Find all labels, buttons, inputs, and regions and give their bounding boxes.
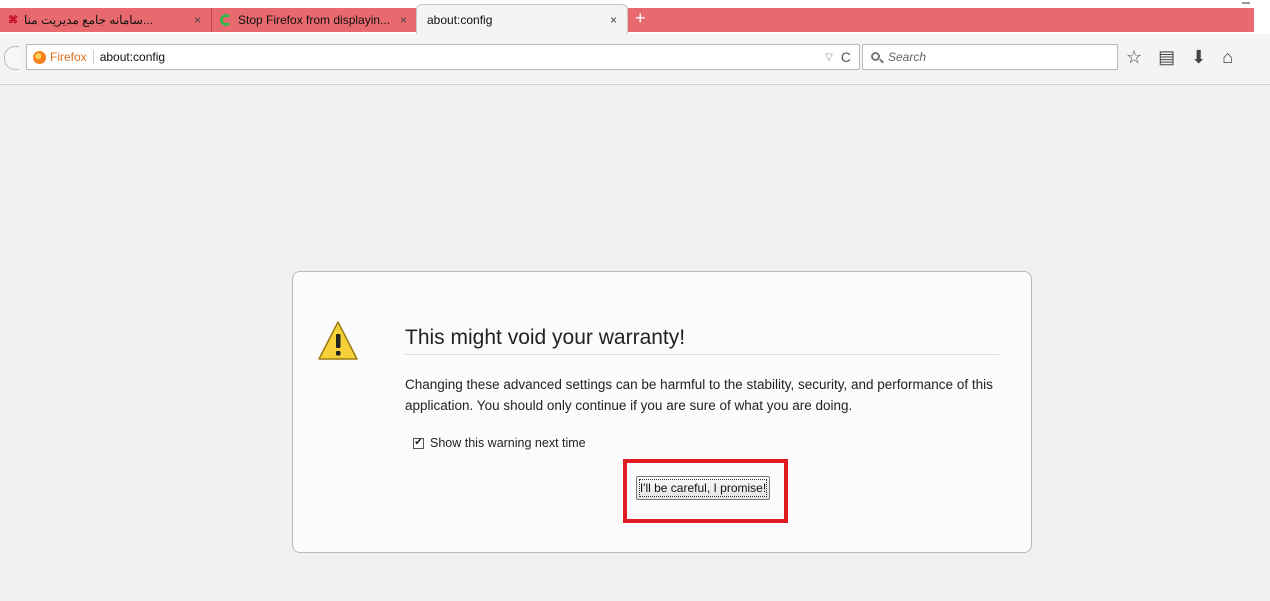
identity-label[interactable]: Firefox bbox=[50, 50, 94, 64]
tab-close-icon[interactable]: × bbox=[610, 13, 617, 27]
tab-label: Stop Firefox from displayin... bbox=[238, 13, 391, 27]
ill-be-careful-button[interactable]: I'll be careful, I promise! bbox=[636, 476, 770, 500]
tab-strip: ⌘ ...سامانه جامع مدیریت منا × Stop Firef… bbox=[0, 0, 1270, 34]
tab-about-config[interactable]: about:config × bbox=[416, 4, 628, 34]
home-icon[interactable]: ⌂ bbox=[1222, 44, 1233, 70]
warranty-warning-dialog: This might void your warranty! Changing … bbox=[292, 271, 1032, 553]
tab-label: ...سامانه جامع مدیریت منا bbox=[24, 13, 153, 27]
dialog-body-text: Changing these advanced settings can be … bbox=[405, 377, 993, 413]
reading-list-icon[interactable]: ▤ bbox=[1158, 44, 1175, 70]
new-tab-button[interactable]: + bbox=[635, 8, 646, 28]
tab-close-icon[interactable]: × bbox=[194, 13, 201, 27]
show-warning-checkbox-row[interactable]: ✔ Show this warning next time bbox=[413, 436, 586, 450]
toolbar-icons: ☆ ▤ ⬇ ⌂ bbox=[1126, 44, 1249, 70]
url-text[interactable]: about:config bbox=[100, 50, 825, 64]
loading-spinner-icon bbox=[220, 14, 232, 26]
tab-stop-firefox[interactable]: Stop Firefox from displayin... × bbox=[212, 8, 418, 32]
minimize-icon[interactable] bbox=[1242, 2, 1250, 4]
site-favicon-icon: ⌘ bbox=[8, 15, 18, 26]
bookmark-star-icon[interactable]: ☆ bbox=[1126, 44, 1142, 70]
search-input[interactable] bbox=[886, 49, 1090, 65]
url-history-dropdown-icon[interactable]: ▽ bbox=[825, 52, 833, 63]
reload-icon[interactable]: C bbox=[841, 49, 851, 65]
firefox-logo-icon bbox=[33, 50, 46, 64]
search-icon[interactable] bbox=[871, 51, 880, 61]
show-warning-checkbox-label: Show this warning next time bbox=[430, 436, 586, 450]
warning-icon bbox=[318, 321, 358, 360]
back-button[interactable] bbox=[4, 46, 19, 70]
download-icon[interactable]: ⬇ bbox=[1191, 44, 1206, 70]
tab-label: about:config bbox=[427, 12, 493, 27]
tab-mana[interactable]: ⌘ ...سامانه جامع مدیریت منا × bbox=[0, 8, 212, 32]
show-warning-checkbox[interactable]: ✔ bbox=[413, 437, 424, 449]
navigation-bar: Firefox about:config ▽ C ☆ ▤ ⬇ ⌂ bbox=[0, 34, 1270, 85]
url-bar[interactable]: Firefox about:config ▽ C bbox=[26, 44, 860, 70]
search-bar[interactable] bbox=[862, 44, 1118, 70]
tab-close-icon[interactable]: × bbox=[400, 13, 407, 27]
dialog-title: This might void your warranty! bbox=[405, 326, 999, 355]
